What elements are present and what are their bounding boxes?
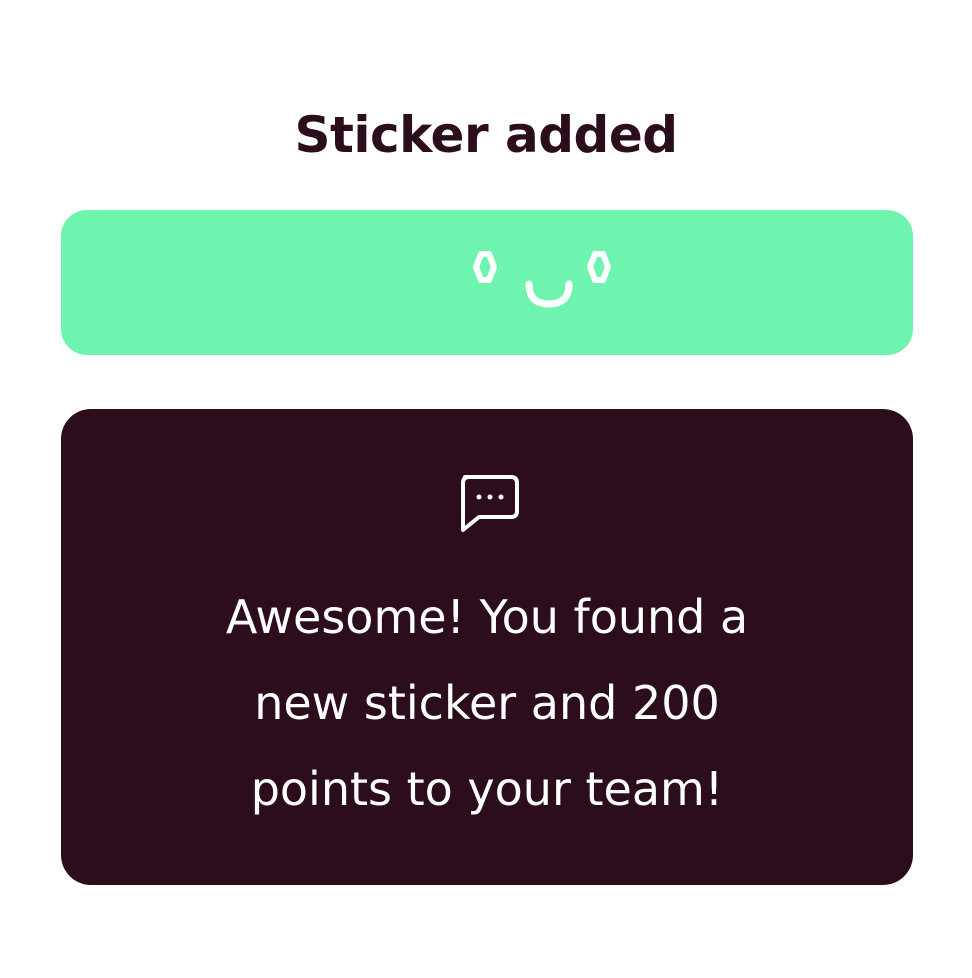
page-title: Sticker added	[294, 106, 678, 164]
message-line: Awesome! You found a	[225, 590, 749, 644]
message-card: Awesome! You found a new sticker and 200…	[61, 409, 913, 885]
message-text: Awesome! You found a new sticker and 200…	[61, 574, 913, 832]
message-line: points to your team!	[250, 762, 724, 816]
chat-bubble-icon	[461, 475, 519, 532]
message-line: new sticker and 200	[254, 676, 720, 730]
sticker-banner	[61, 210, 913, 355]
happy-face-icon	[473, 251, 611, 308]
